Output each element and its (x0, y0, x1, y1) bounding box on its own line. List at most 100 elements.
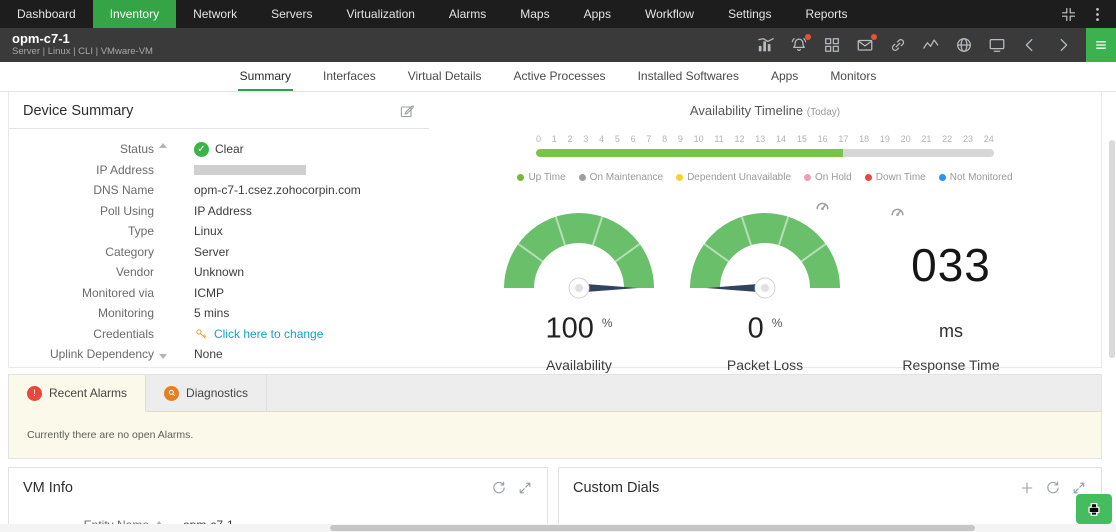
field-row-credentials: Credentials Click here to change (9, 324, 429, 345)
timeline-ticks: 0123456789101112131415161718192021222324 (536, 134, 994, 144)
availability-value: 100 % (499, 308, 659, 344)
response-time-dial: 033 ms Response Time (871, 219, 1031, 373)
page-tab[interactable]: Monitors (828, 62, 878, 91)
nav-item[interactable]: Maps (503, 0, 566, 28)
nav-item[interactable]: Settings (711, 0, 788, 28)
page-tab[interactable]: Installed Softwares (636, 62, 741, 91)
expand-icon[interactable] (517, 480, 533, 496)
vertical-scrollbar-thumb[interactable] (1109, 140, 1115, 358)
timeline-tick: 10 (694, 134, 704, 144)
widgets-icon[interactable] (823, 36, 841, 54)
horizontal-scrollbar-thumb[interactable] (330, 525, 975, 531)
legend-label: On Hold (815, 172, 852, 183)
timeline-tick: 9 (678, 134, 683, 144)
timeline-tick: 8 (662, 134, 667, 144)
nav-item[interactable]: Network (176, 0, 254, 28)
nav-item[interactable]: Workflow (628, 0, 711, 28)
device-breadcrumb: Server | Linux | CLI | VMware-VM (12, 46, 153, 58)
legend-dot (865, 174, 872, 181)
chevron-left-icon[interactable] (1021, 36, 1039, 54)
credentials-change-link[interactable]: Click here to change (214, 327, 323, 341)
timeline-tick: 16 (818, 134, 828, 144)
page-tab[interactable]: Interfaces (321, 62, 378, 91)
add-icon[interactable] (1019, 480, 1035, 496)
nav-item[interactable]: Virtualization (329, 0, 431, 28)
custom-dials-panel: Custom Dials CPU Utilization (VIWebServi… (558, 467, 1102, 532)
threshold-gauge-icon[interactable] (814, 197, 831, 214)
field-row-type: Type Linux (9, 221, 429, 242)
response-time-label: Response Time (871, 357, 1031, 373)
field-row-uplink: Uplink Dependency None (9, 344, 429, 365)
legend-item: On Maintenance (579, 172, 663, 183)
chevron-right-icon[interactable] (1054, 36, 1072, 54)
legend-dot (804, 174, 811, 181)
timeline-tick: 4 (599, 134, 604, 144)
page-tab[interactable]: Apps (769, 62, 800, 91)
timeline-tick: 24 (984, 134, 994, 144)
custom-dials-title: Custom Dials (573, 480, 659, 496)
link-icon[interactable] (889, 36, 907, 54)
nav-item[interactable]: Servers (254, 0, 329, 28)
globe-icon[interactable] (955, 36, 973, 54)
field-row-poll: Poll Using IP Address (9, 201, 429, 222)
nav-item[interactable]: Apps (567, 0, 628, 28)
timeline-tick: 12 (735, 134, 745, 144)
field-row-monitoring: Monitoring 5 mins (9, 303, 429, 324)
availability-gauge (504, 213, 654, 299)
nav-item[interactable]: Alarms (432, 0, 503, 28)
legend-label: Not Monitored (950, 172, 1013, 183)
availability-label: Availability (499, 357, 659, 373)
refresh-icon[interactable] (1045, 480, 1061, 496)
alarm-badge (805, 34, 811, 40)
timeline-bar (536, 149, 994, 157)
field-row-category: Category Server (9, 242, 429, 263)
timeline-tick: 11 (714, 134, 723, 144)
nav-right-icons (1060, 0, 1116, 28)
tab-diagnostics[interactable]: Diagnostics (146, 375, 267, 411)
alarms-message-area: Currently there are no open Alarms. (9, 412, 1101, 458)
page-tab[interactable]: Virtual Details (406, 62, 484, 91)
tab-recent-alarms[interactable]: ! Recent Alarms (9, 375, 146, 412)
nav-item[interactable]: Dashboard (0, 0, 93, 28)
device-summary-panel: Device Summary Status ✓ Clear IP Address (9, 92, 429, 367)
device-identity: opm-c7-1 Server | Linux | CLI | VMware-V… (12, 32, 153, 58)
screen-icon[interactable] (988, 36, 1006, 54)
horizontal-scrollbar[interactable] (0, 524, 1116, 532)
page-tab[interactable]: Summary (238, 62, 293, 91)
field-row-dns: DNS Name opm-c7-1.csez.zohocorpin.com (9, 180, 429, 201)
mail-badge (871, 34, 877, 40)
status-clear-icon: ✓ (194, 142, 209, 157)
sparkline-icon[interactable] (922, 36, 940, 54)
edit-icon[interactable] (399, 103, 415, 119)
performance-chart-icon[interactable] (757, 36, 775, 54)
legend-label: Up Time (528, 172, 565, 183)
availability-panel: Availability Timeline (Today) 0123456789… (429, 92, 1101, 367)
timeline-tick: 21 (921, 134, 931, 144)
timeline-tick: 0 (536, 134, 541, 144)
refresh-icon[interactable] (491, 480, 507, 496)
collapse-icon[interactable] (1060, 6, 1077, 23)
timeline-tick: 1 (552, 134, 557, 144)
packet-loss-dial: 0 % Packet Loss (685, 213, 845, 373)
timeline-legend: Up Time On Maintenance Dependent Unavail… (429, 172, 1101, 183)
page-tab[interactable]: Active Processes (512, 62, 608, 91)
nav-item[interactable]: Inventory (93, 0, 176, 28)
kebab-menu-icon[interactable] (1089, 6, 1106, 23)
device-menu-button[interactable] (1086, 28, 1116, 62)
fields-scroll-down[interactable] (159, 354, 167, 359)
device-name: opm-c7-1 (12, 32, 153, 46)
timeline-tick: 15 (797, 134, 807, 144)
fields-scroll-up[interactable] (159, 143, 167, 148)
threshold-gauge-icon[interactable] (889, 203, 906, 220)
legend-dot (517, 174, 524, 181)
field-row-vendor: Vendor Unknown (9, 262, 429, 283)
alarms-tab-bar: ! Recent Alarms Diagnostics (9, 375, 1101, 412)
legend-item: Not Monitored (939, 172, 1013, 183)
timeline-tick: 6 (631, 134, 636, 144)
nav-item[interactable]: Reports (788, 0, 864, 28)
response-time-value: 033 (911, 225, 991, 305)
mail-icon[interactable] (856, 36, 874, 54)
print-button[interactable] (1076, 494, 1112, 524)
alarm-bell-icon[interactable] (790, 36, 808, 54)
packet-loss-value: 0 % (685, 308, 845, 344)
